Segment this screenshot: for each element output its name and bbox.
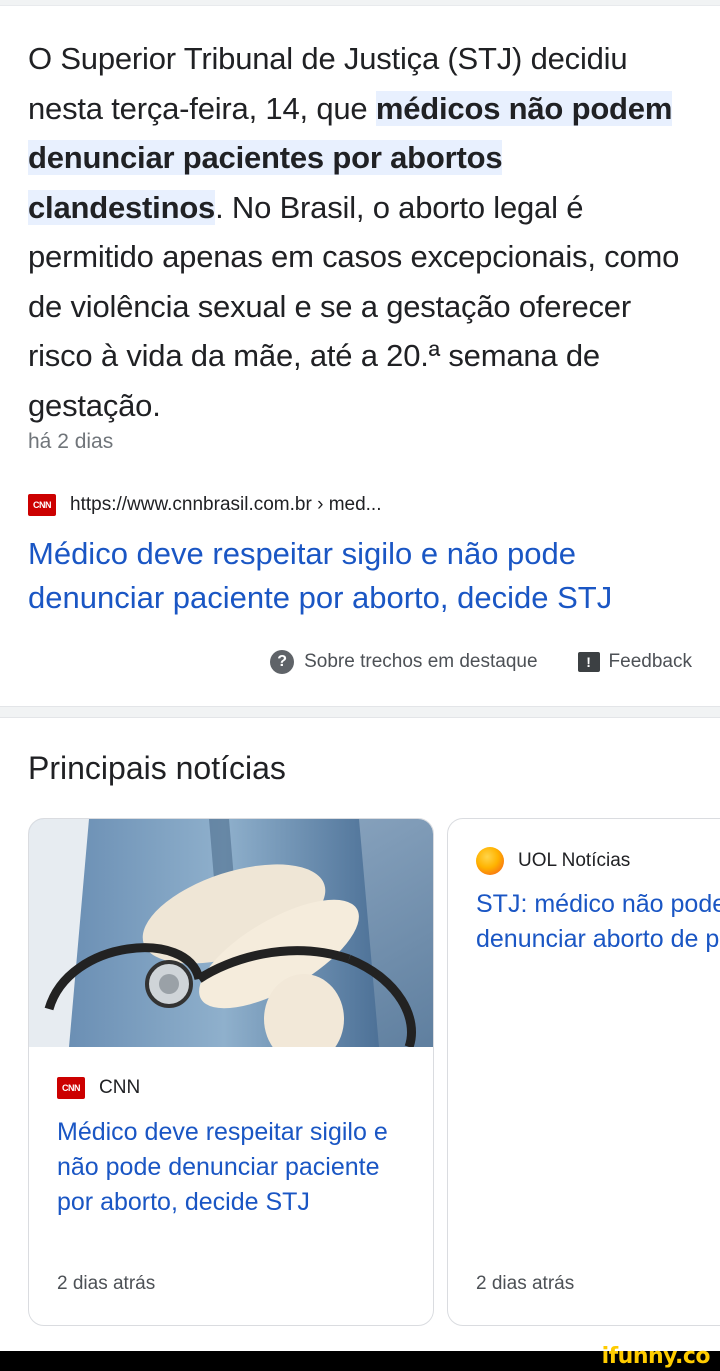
source-url[interactable]: https://www.cnnbrasil.com.br › med... — [70, 494, 382, 516]
news-card-title[interactable]: STJ: médico não pode denunciar aborto de… — [476, 887, 720, 957]
snippet-date: há 2 dias — [28, 430, 114, 453]
result-source[interactable]: CNN https://www.cnnbrasil.com.br › med..… — [28, 494, 382, 516]
featured-snippet-text: O Superior Tribunal de Justiça (STJ) dec… — [28, 34, 698, 430]
result-title-link[interactable]: Médico deve respeitar sigilo e não pode … — [28, 532, 708, 620]
feedback-label: Feedback — [608, 651, 692, 672]
top-stories-title: Principais notícias — [28, 750, 286, 786]
news-card-source-name: UOL Notícias — [518, 850, 631, 871]
ifunny-watermark: ifunny.co — [601, 1344, 711, 1369]
section-divider — [0, 706, 720, 718]
about-snippets-link[interactable]: ? Sobre trechos em destaque — [270, 650, 538, 674]
uol-logo-icon — [476, 847, 504, 875]
news-card-source: UOL Notícias — [476, 847, 630, 875]
snippet-footer: ? Sobre trechos em destaque ! Feedback — [270, 650, 692, 674]
feedback-link[interactable]: ! Feedback — [577, 651, 692, 673]
about-snippets-label: Sobre trechos em destaque — [304, 651, 538, 672]
news-card[interactable]: CNN CNN Médico deve respeitar sigilo e n… — [28, 818, 434, 1326]
news-card-title[interactable]: Médico deve respeitar sigilo e não pode … — [57, 1115, 417, 1220]
news-card-date: 2 dias atrás — [476, 1273, 575, 1294]
question-icon: ? — [270, 650, 295, 674]
top-divider — [0, 0, 720, 6]
cnn-logo-icon: CNN — [28, 494, 56, 516]
watermark-bar: ifunny.co — [0, 1344, 720, 1371]
news-card-source-name: CNN — [99, 1077, 141, 1098]
feedback-icon: ! — [577, 652, 600, 672]
doctor-stethoscope-image — [29, 819, 433, 1047]
news-card-source: CNN CNN — [57, 1077, 140, 1099]
cnn-logo-icon: CNN — [57, 1077, 85, 1099]
news-card-image — [29, 819, 433, 1047]
news-card[interactable]: UOL Notícias STJ: médico não pode denunc… — [447, 818, 720, 1326]
news-card-date: 2 dias atrás — [57, 1273, 156, 1294]
